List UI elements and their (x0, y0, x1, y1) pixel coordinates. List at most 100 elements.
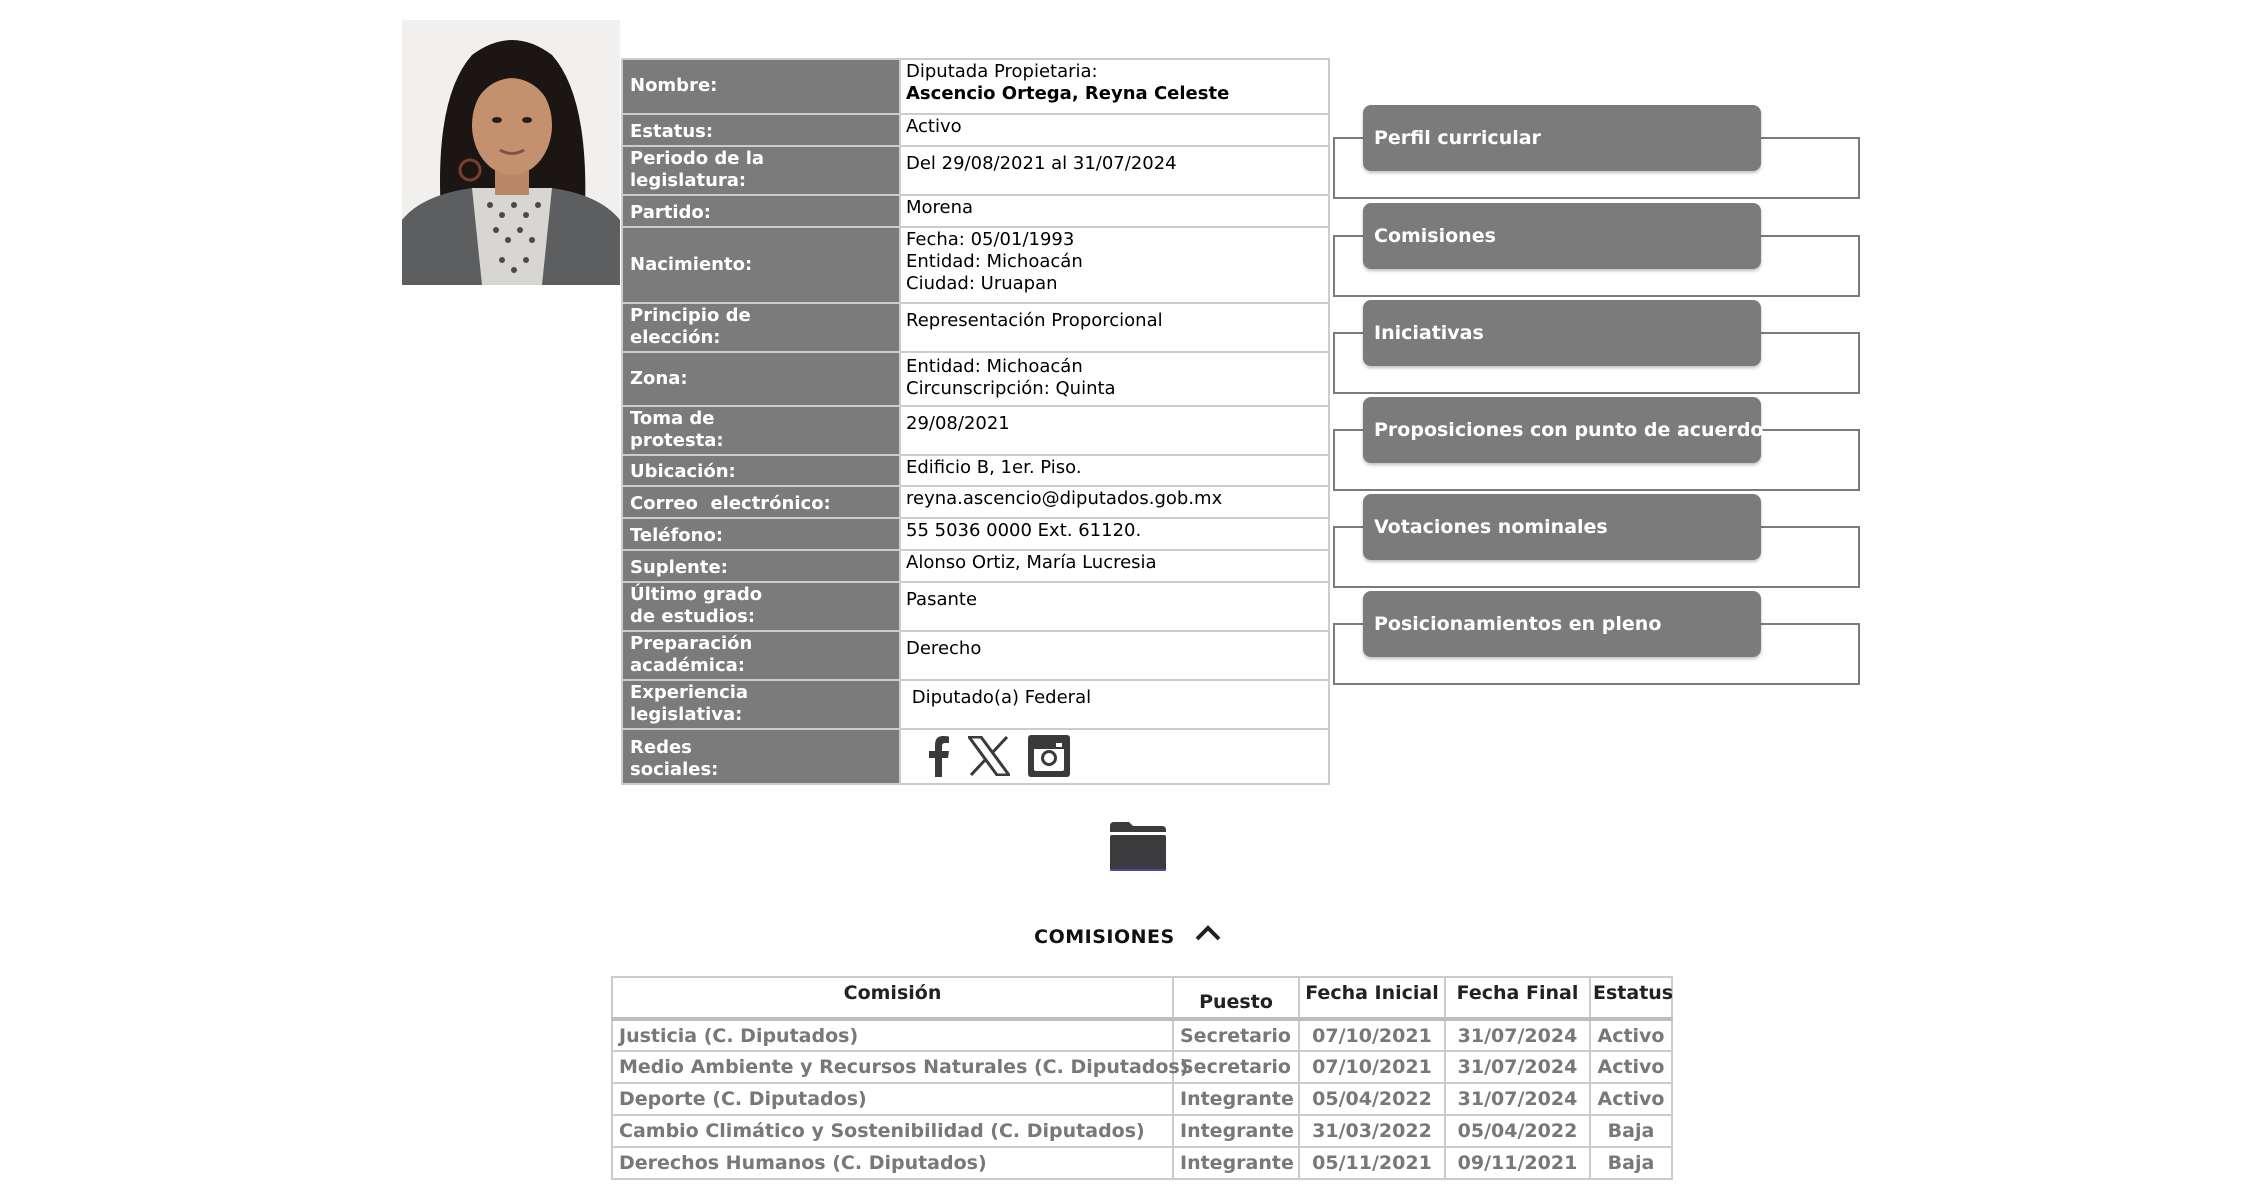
nav-frame-line (1333, 526, 1363, 528)
profile-row-correo: Correo electrónico: reyna.ascencio@diput… (621, 485, 1330, 519)
profile-row-suplente: Suplente: Alonso Ortiz, María Lucresia (621, 549, 1330, 583)
facebook-icon[interactable] (928, 735, 950, 777)
cell-puesto: Integrante (1172, 1082, 1300, 1116)
cell-fecha-inicial: 07/10/2021 (1298, 1018, 1446, 1052)
nav-item-proposiciones: Proposiciones con punto de acuerdo (1333, 397, 1860, 491)
profile-table: Nombre: Diputada Propietaria: Ascencio O… (621, 58, 1330, 785)
value-line: Entidad: Michoacán (906, 356, 1083, 377)
profile-label-telefono: Teléfono: (621, 517, 901, 551)
value-line: Entidad: Michoacán (906, 251, 1083, 272)
portrait-photo (402, 20, 620, 285)
cell-estatus: Activo (1589, 1082, 1673, 1116)
nav-item-posicionamientos: Posicionamientos en pleno (1333, 591, 1860, 685)
table-row: Deporte (C. Diputados) Integrante 05/04/… (611, 1082, 1673, 1116)
profile-row-grado: Último grado de estudios: Pasante (621, 581, 1330, 632)
nombre-completo: Ascencio Ortega, Reyna Celeste (906, 83, 1230, 104)
column-header-fecha-inicial: Fecha Inicial (1298, 976, 1446, 1021)
profile-label-experiencia: Experiencia legislativa: (621, 679, 901, 730)
profile-label-nombre: Nombre: (621, 58, 901, 115)
profile-row-zona: Zona: Entidad: Michoacán Circunscripción… (621, 351, 1330, 407)
cell-estatus: Activo (1589, 1050, 1673, 1084)
profile-label-nacimiento: Nacimiento: (621, 226, 901, 304)
cell-comision: Cambio Climático y Sostenibilidad (C. Di… (611, 1114, 1174, 1148)
cell-comision: Medio Ambiente y Recursos Naturales (C. … (611, 1050, 1188, 1084)
profile-label-grado: Último grado de estudios: (621, 581, 901, 632)
column-header-comision: Comisión (611, 976, 1174, 1021)
nav-frame-line (1761, 526, 1858, 528)
folder-icon[interactable] (1109, 820, 1167, 872)
profile-value-telefono: 55 5036 0000 Ext. 61120. (899, 517, 1330, 551)
table-row: Justicia (C. Diputados) Secretario 07/10… (611, 1018, 1673, 1052)
comisiones-heading[interactable]: COMISIONES (0, 924, 2256, 948)
value-line: Ciudad: Uruapan (906, 273, 1058, 294)
nav-item-comisiones: Comisiones (1333, 203, 1860, 297)
nav-frame-line (1761, 137, 1858, 139)
social-links (906, 734, 1324, 778)
cell-estatus: Baja (1589, 1146, 1673, 1180)
cell-comision: Deporte (C. Diputados) (611, 1082, 1174, 1116)
column-header-estatus: Estatus (1589, 976, 1673, 1021)
cell-comision: Justicia (C. Diputados) (611, 1018, 1174, 1052)
value-line: Circunscripción: Quinta (906, 378, 1116, 399)
nav-frame-line (1761, 429, 1858, 431)
profile-label-toma: Toma de protesta: (621, 405, 901, 456)
profile-value-zona: Entidad: Michoacán Circunscripción: Quin… (899, 351, 1330, 407)
cell-fecha-inicial: 07/10/2021 (1298, 1050, 1446, 1084)
cell-fecha-inicial: 31/03/2022 (1298, 1114, 1446, 1148)
profile-label-partido: Partido: (621, 194, 901, 228)
profile-label-principio: Principio de elección: (621, 302, 901, 353)
posicionamientos-button[interactable]: Posicionamientos en pleno (1363, 591, 1761, 657)
profile-label-zona: Zona: (621, 351, 901, 407)
profile-label-periodo: Periodo de la legislatura: (621, 145, 901, 196)
profile-value-ubicacion: Edificio B, 1er. Piso. (899, 454, 1330, 487)
label-line: elección: (630, 327, 721, 348)
nav-frame-line (1333, 332, 1363, 334)
cell-fecha-inicial: 05/11/2021 (1298, 1146, 1446, 1180)
iniciativas-button[interactable]: Iniciativas (1363, 300, 1761, 366)
profile-value-suplente: Alonso Ortiz, María Lucresia (899, 549, 1330, 583)
profile-row-estatus: Estatus: Activo (621, 113, 1330, 147)
chevron-up-icon[interactable] (1194, 924, 1222, 947)
label-line: Periodo de la (630, 148, 765, 169)
nav-item-perfil-curricular: Perfil curricular (1333, 105, 1860, 199)
cell-estatus: Baja (1589, 1114, 1673, 1148)
instagram-icon[interactable] (1028, 735, 1070, 777)
profile-label-redes: Redes sociales: (621, 728, 901, 785)
comisiones-button[interactable]: Comisiones (1363, 203, 1761, 269)
label-line: Toma de (630, 408, 715, 429)
profile-row-telefono: Teléfono: 55 5036 0000 Ext. 61120. (621, 517, 1330, 551)
label-line: sociales: (630, 759, 719, 780)
nav-frame-line (1333, 235, 1363, 237)
profile-row-redes: Redes sociales: (621, 728, 1330, 785)
cell-fecha-inicial: 05/04/2022 (1298, 1082, 1446, 1116)
label-line: Principio de (630, 305, 751, 326)
profile-row-periodo: Periodo de la legislatura: Del 29/08/202… (621, 145, 1330, 196)
votaciones-button[interactable]: Votaciones nominales (1363, 494, 1761, 560)
profile-value-nacimiento: Fecha: 05/01/1993 Entidad: Michoacán Ciu… (899, 226, 1330, 304)
cell-fecha-final: 31/07/2024 (1444, 1018, 1591, 1052)
label-line: de estudios: (630, 606, 756, 627)
column-header-puesto: Puesto (1172, 976, 1300, 1021)
nav-frame-line (1333, 429, 1363, 431)
profile-value-correo[interactable]: reyna.ascencio@diputados.gob.mx (899, 485, 1330, 519)
comisiones-heading-label: COMISIONES (1034, 926, 1175, 948)
table-header-row: Comisión Puesto Fecha Inicial Fecha Fina… (611, 976, 1673, 1021)
profile-value-toma: 29/08/2021 (899, 405, 1330, 456)
cell-puesto: Secretario (1172, 1018, 1300, 1052)
label-line: Experiencia (630, 682, 749, 703)
profile-value-estatus: Activo (899, 113, 1330, 147)
profile-row-experiencia: Experiencia legislativa: Diputado(a) Fed… (621, 679, 1330, 730)
profile-value-principio: Representación Proporcional (899, 302, 1330, 353)
nombre-cargo: Diputada Propietaria: (906, 61, 1098, 82)
table-row: Medio Ambiente y Recursos Naturales (C. … (611, 1050, 1673, 1084)
profile-row-nacimiento: Nacimiento: Fecha: 05/01/1993 Entidad: M… (621, 226, 1330, 304)
cell-estatus: Activo (1589, 1018, 1673, 1052)
cell-fecha-final: 31/07/2024 (1444, 1050, 1591, 1084)
perfil-curricular-button[interactable]: Perfil curricular (1363, 105, 1761, 171)
nav-frame-line (1333, 137, 1363, 139)
label-line: académica: (630, 655, 745, 676)
profile-label-suplente: Suplente: (621, 549, 901, 583)
proposiciones-button[interactable]: Proposiciones con punto de acuerdo (1363, 397, 1763, 463)
x-twitter-icon[interactable] (968, 736, 1010, 776)
profile-value-experiencia: Diputado(a) Federal (899, 679, 1330, 730)
